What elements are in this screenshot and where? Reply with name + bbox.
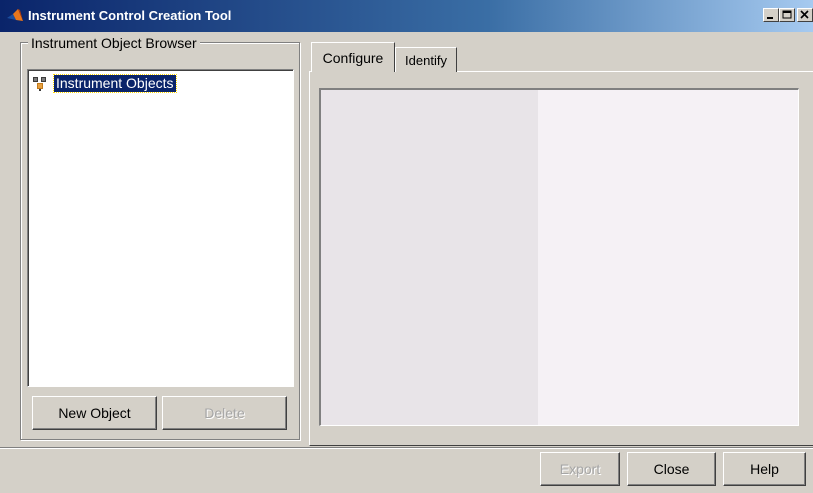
tree-node-label: Instrument Objects [53,74,177,93]
tab-identify[interactable]: Identify [395,47,457,72]
help-button[interactable]: Help [723,452,806,486]
minimize-icon[interactable] [763,8,779,22]
matlab-app-icon [6,8,24,24]
close-icon[interactable] [797,8,813,22]
browser-group-label: Instrument Object Browser [28,35,200,51]
tab-configure[interactable]: Configure [311,42,395,72]
new-object-button[interactable]: New Object [32,396,157,430]
instrument-object-tree[interactable]: Instrument Objects [27,69,294,387]
property-detail-pane[interactable] [538,90,798,425]
configure-content-area [319,88,799,426]
title-bar[interactable]: Instrument Control Creation Tool [0,0,813,32]
maximize-icon[interactable] [779,8,795,22]
close-button[interactable]: Close [627,452,716,486]
property-list-pane[interactable] [321,90,538,425]
delete-button[interactable]: Delete [162,396,287,430]
export-button[interactable]: Export [540,452,620,486]
main-window: Instrument Control Creation Tool Instrum… [0,0,813,493]
instrument-objects-icon [32,76,52,92]
window-title: Instrument Control Creation Tool [28,8,232,23]
footer-divider [0,447,813,449]
